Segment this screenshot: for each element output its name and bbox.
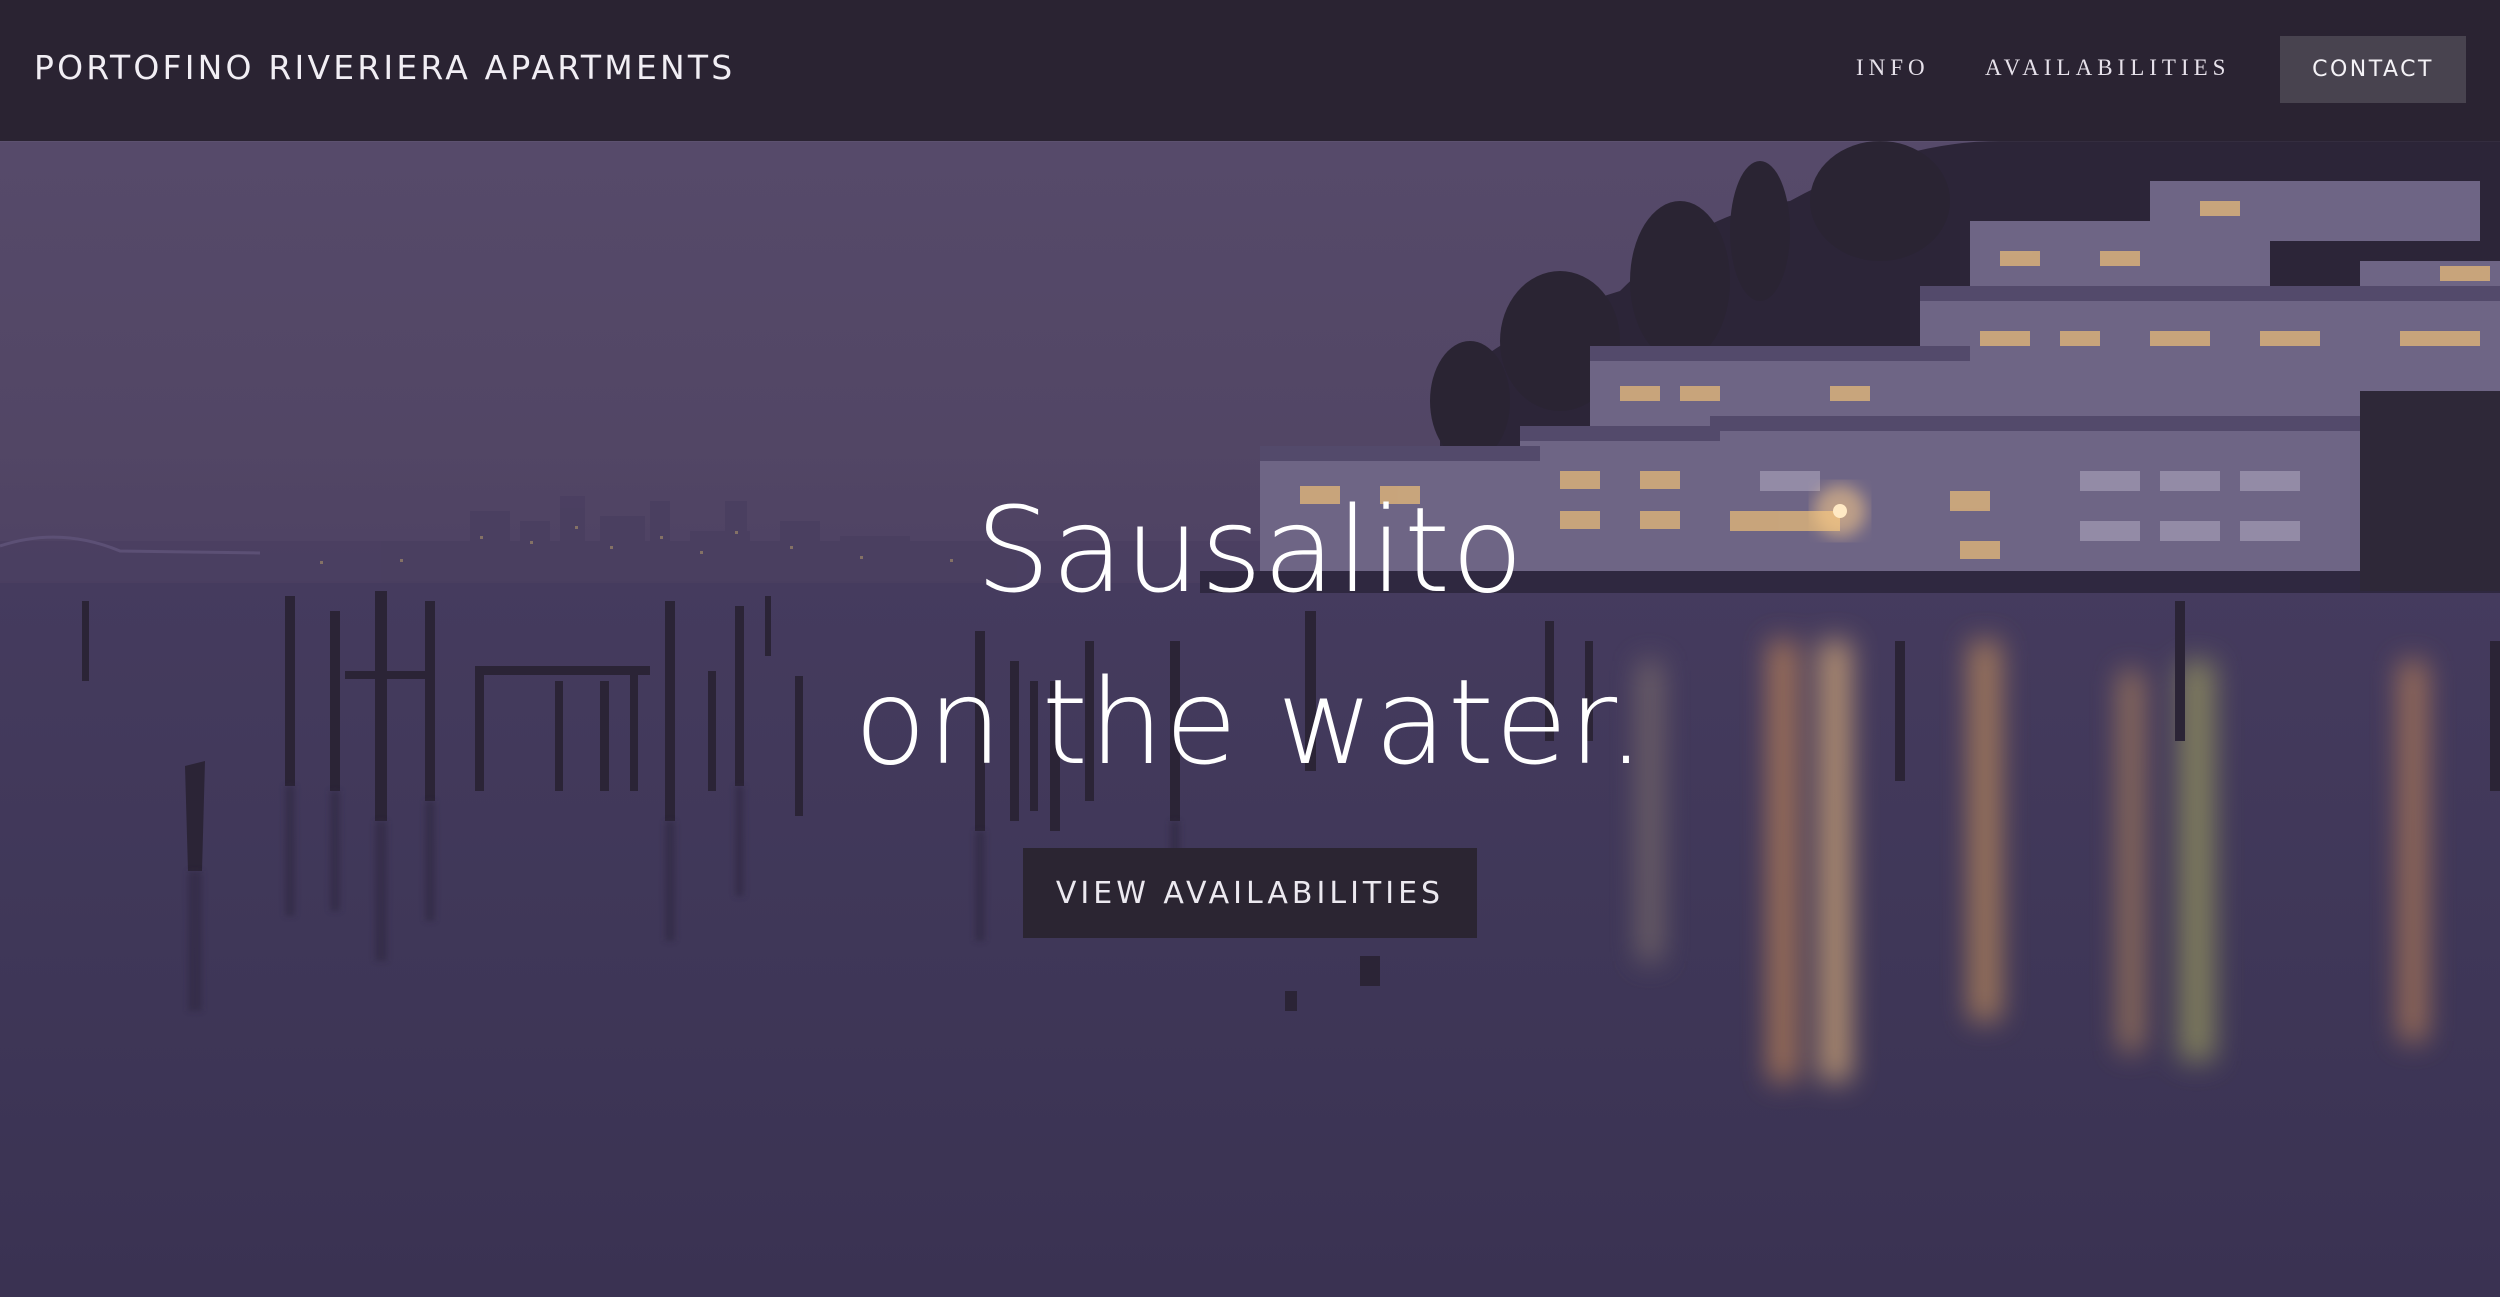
contact-button[interactable]: CONTACT	[2280, 36, 2466, 103]
site-brand[interactable]: PORTOFINO RIVERIERA APARTMENTS	[34, 48, 735, 87]
hero-section: Sausalito on the water. VIEW AVAILABILIT…	[0, 141, 2500, 1297]
view-availabilities-button[interactable]: VIEW AVAILABILITIES	[1023, 848, 1477, 938]
hero-title-line-2: on the water.	[854, 653, 1646, 791]
top-navigation-bar: PORTOFINO RIVERIERA APARTMENTS INFO AVAI…	[0, 0, 2500, 141]
nav-info-link[interactable]: INFO	[1856, 55, 1930, 81]
nav-availabilities-link[interactable]: AVAILABILITIES	[1985, 55, 2230, 81]
hero-title-line-1: Sausalito	[975, 481, 1525, 619]
